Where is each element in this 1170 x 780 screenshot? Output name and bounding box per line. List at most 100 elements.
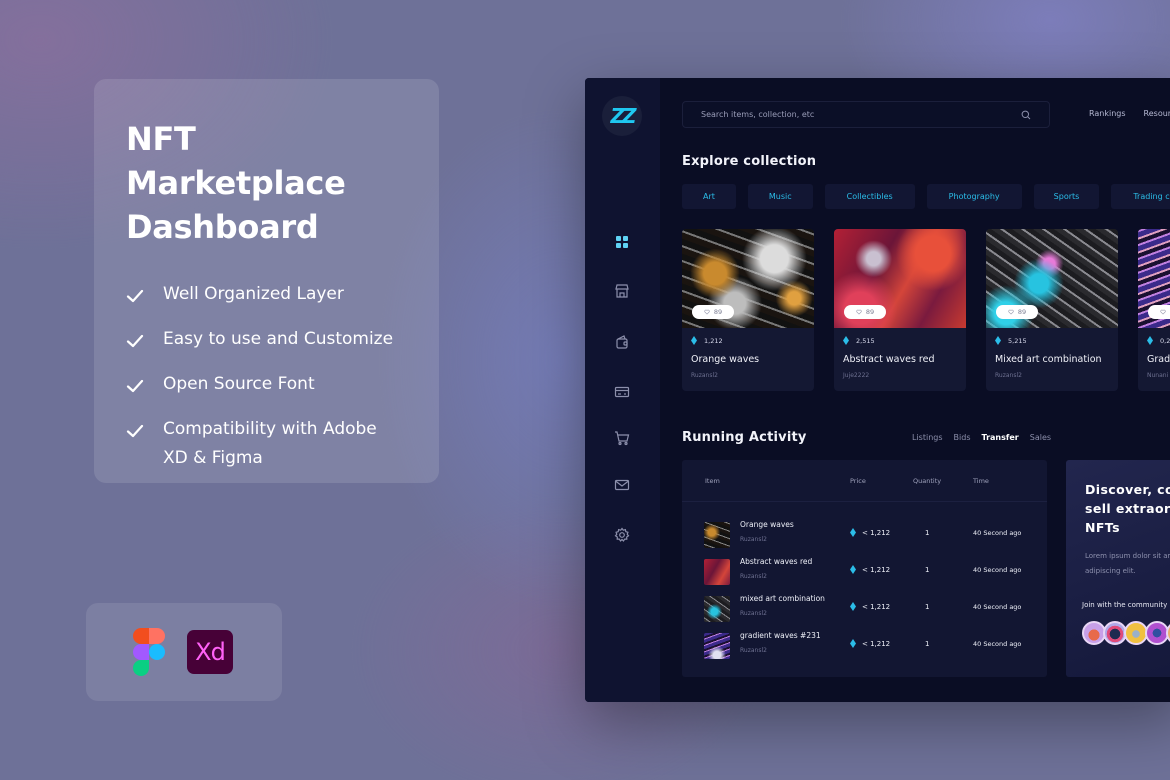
- ethereum-icon: [850, 602, 856, 611]
- like-badge[interactable]: 89: [844, 305, 886, 319]
- item-name: mixed art combination: [740, 594, 825, 603]
- item-thumbnail: [704, 633, 730, 659]
- item-owner: Ruzansl2: [740, 536, 767, 543]
- logo[interactable]: ZZ: [602, 96, 642, 136]
- item-price: < 1,212: [850, 528, 890, 537]
- feature-item: Compatibility with Adobe XD & Figma: [126, 419, 407, 473]
- like-badge[interactable]: 89: [692, 305, 734, 319]
- item-thumbnail: [704, 522, 730, 548]
- category-chip-sports[interactable]: Sports: [1033, 184, 1100, 209]
- nft-card[interactable]: 89 5,215 Mixed art combination Ruzansl2: [986, 229, 1118, 391]
- search-input[interactable]: [701, 110, 1021, 119]
- promo-title: NFT Marketplace Dashboard: [126, 120, 346, 246]
- figma-icon: [133, 628, 165, 676]
- heart-icon: [1160, 309, 1166, 315]
- column-header-time: Time: [973, 476, 989, 485]
- sidebar-item-dashboard[interactable]: [614, 234, 630, 250]
- nft-card[interactable]: 89 2,515 Abstract waves red Juje2222: [834, 229, 966, 391]
- nft-card[interactable]: 89 1,212 Orange waves Ruzansl2: [682, 229, 814, 391]
- table-row[interactable]: Abstract waves red Ruzansl2 < 1,212 1 40…: [682, 557, 1047, 585]
- nav-link-rankings[interactable]: Rankings: [1089, 109, 1126, 118]
- item-time: 40 Second ago: [973, 640, 1022, 648]
- item-quantity: 1: [925, 566, 930, 574]
- join-community-label: Join with the community: [1082, 601, 1168, 609]
- tab-listings[interactable]: Listings: [912, 433, 943, 442]
- avatar[interactable]: [1166, 621, 1170, 645]
- category-chip-art[interactable]: Art: [682, 184, 736, 209]
- feature-label: Easy to use and Customize: [163, 329, 394, 349]
- sidebar-item-store[interactable]: [614, 283, 630, 299]
- nft-title: Orange waves: [691, 354, 760, 365]
- table-header: Item Price Quantity Time: [682, 460, 1047, 502]
- item-owner: Ruzansl2: [740, 573, 767, 580]
- nav-link-resources[interactable]: Resources: [1144, 109, 1170, 118]
- nft-owner: Ruzansl2: [995, 372, 1022, 379]
- tab-bids[interactable]: Bids: [954, 433, 971, 442]
- category-chip-music[interactable]: Music: [747, 184, 813, 209]
- item-owner: Ruzansl2: [740, 647, 767, 654]
- cart-icon: [615, 431, 630, 446]
- feature-item: Easy to use and Customize: [126, 329, 407, 354]
- feature-label: Well Organized Layer: [163, 284, 344, 304]
- community-avatars: [1082, 621, 1170, 645]
- item-price: < 1,212: [850, 639, 890, 648]
- sidebar-item-cart[interactable]: [614, 430, 630, 446]
- tab-sales[interactable]: Sales: [1030, 433, 1051, 442]
- search-bar[interactable]: [682, 101, 1050, 128]
- adobe-xd-icon: Xd: [187, 630, 233, 674]
- like-badge[interactable]: 89: [996, 305, 1038, 319]
- mail-icon: [614, 479, 630, 491]
- nft-image: 89: [834, 229, 966, 328]
- ethereum-icon: [850, 528, 856, 537]
- feature-item: Well Organized Layer: [126, 284, 407, 309]
- item-thumbnail: [704, 596, 730, 622]
- nft-image: 89: [682, 229, 814, 328]
- ethereum-icon: [995, 336, 1001, 345]
- discover-title: Discover, collect, and sell extraordinar…: [1085, 482, 1170, 535]
- promo-card: NFT Marketplace Dashboard Well Organized…: [94, 79, 439, 483]
- sidebar-item-wallet[interactable]: [614, 334, 630, 350]
- settings-icon: [614, 527, 630, 542]
- card-icon: [614, 386, 630, 398]
- sidebar-item-mail[interactable]: [614, 477, 630, 493]
- activity-title: Running Activity: [682, 430, 807, 445]
- nft-title: Gradient: [1147, 354, 1170, 365]
- heart-icon: [856, 309, 862, 315]
- ethereum-icon: [850, 639, 856, 648]
- sidebar-item-settings[interactable]: [614, 527, 630, 543]
- sidebar-item-card[interactable]: [614, 384, 630, 400]
- category-chip-collectibles[interactable]: Collectibles: [824, 184, 915, 209]
- nft-image: 89: [1138, 229, 1170, 328]
- column-header-price: Price: [850, 476, 866, 485]
- tab-transfer[interactable]: Transfer: [982, 433, 1019, 442]
- ethereum-icon: [1147, 336, 1153, 345]
- feature-item: Open Source Font: [126, 374, 407, 399]
- ethereum-icon: [850, 565, 856, 574]
- store-icon: [615, 284, 629, 298]
- dashboard-window: ZZ Search items, collection, etc Ranking…: [585, 78, 1170, 702]
- nft-owner: Juje2222: [843, 372, 870, 379]
- table-row[interactable]: Orange waves Ruzansl2 < 1,212 1 40 Secon…: [682, 520, 1047, 548]
- nft-title: Abstract waves red: [843, 354, 935, 365]
- category-chips: Art Music Collectibles Photography Sport…: [682, 184, 1170, 209]
- table-row[interactable]: mixed art combination Ruzansl2 < 1,212 1…: [682, 594, 1047, 622]
- explore-title: Explore collection: [682, 154, 817, 169]
- category-chip-photography[interactable]: Photography: [926, 184, 1022, 209]
- item-time: 40 Second ago: [973, 566, 1022, 574]
- nft-card[interactable]: 89 0,2 Gradient Nunani: [1138, 229, 1170, 391]
- heart-icon: [1008, 309, 1014, 315]
- search-icon[interactable]: [1021, 110, 1031, 120]
- collection-cards: 89 1,212 Orange waves Ruzansl2 89 2,515 …: [682, 229, 1170, 391]
- activity-table: Item Price Quantity Time Orange waves Ru…: [682, 460, 1047, 677]
- ethereum-icon: [843, 336, 849, 345]
- like-badge[interactable]: 89: [1148, 305, 1170, 319]
- nft-owner: Ruzansl2: [691, 372, 718, 379]
- table-row[interactable]: gradient waves #231 Ruzansl2 < 1,212 1 4…: [682, 631, 1047, 659]
- dashboard-grid-icon: [616, 236, 628, 248]
- item-quantity: 1: [925, 603, 930, 611]
- nft-title: Mixed art combination: [995, 354, 1102, 365]
- item-owner: Ruzansl2: [740, 610, 767, 617]
- nft-image: 89: [986, 229, 1118, 328]
- category-chip-trading-cards[interactable]: Trading cards: [1111, 184, 1170, 209]
- ethereum-icon: [691, 336, 697, 345]
